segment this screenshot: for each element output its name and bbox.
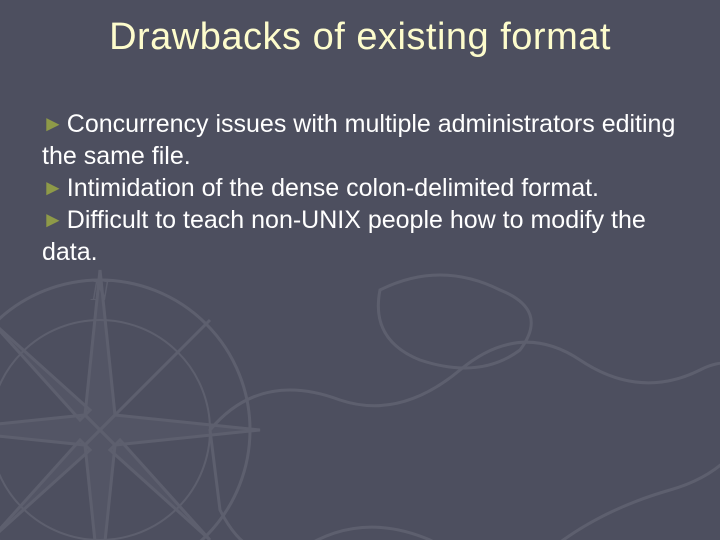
bullet-arrow-icon: ► <box>42 206 64 234</box>
slide-title: Drawbacks of existing format <box>0 16 720 59</box>
bullet-item: ►Difficult to teach non-UNIX people how … <box>42 204 678 268</box>
bullet-arrow-icon: ► <box>42 110 64 138</box>
bullet-text: Intimidation of the dense colon-delimite… <box>67 174 599 202</box>
compass-rose-art: N S <box>0 250 280 540</box>
bullet-text: Concurrency issues with multiple adminis… <box>42 110 675 170</box>
bullet-arrow-icon: ► <box>42 174 64 202</box>
bullet-item: ►Concurrency issues with multiple admini… <box>42 108 678 172</box>
background-art: N S <box>0 0 720 540</box>
slide-body: ►Concurrency issues with multiple admini… <box>42 108 678 268</box>
map-outline-art <box>200 250 720 540</box>
bullet-text: Difficult to teach non-UNIX people how t… <box>42 206 646 266</box>
slide: N S Drawbacks of existing format ►Concur… <box>0 0 720 540</box>
svg-text:N: N <box>90 276 111 307</box>
bullet-item: ►Intimidation of the dense colon-delimit… <box>42 172 678 204</box>
